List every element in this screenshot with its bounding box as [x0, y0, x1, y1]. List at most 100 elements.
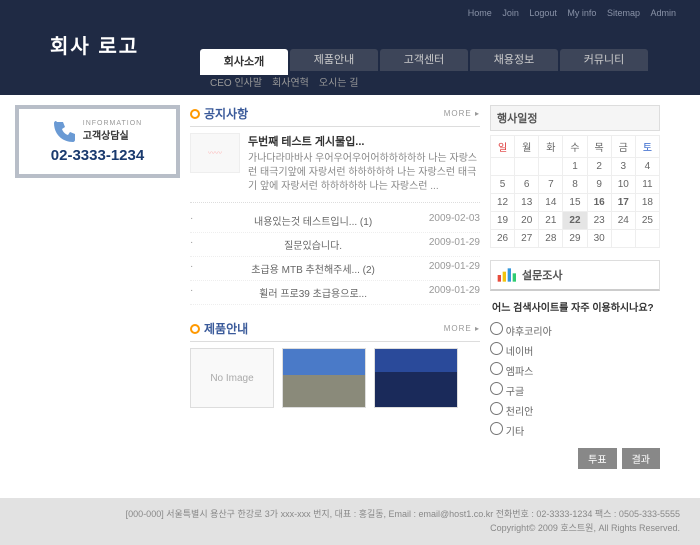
poll-option[interactable]: 천리안 [490, 400, 660, 420]
toplink-myinfo[interactable]: My info [563, 8, 600, 18]
cal-cell [611, 230, 635, 248]
notice-list: 내용있는것 테스트입니... (1) 2009-02-03 질문있습니다.2009-… [190, 209, 480, 305]
result-button[interactable]: 결과 [622, 448, 660, 469]
notice-feat-title[interactable]: 두번째 테스트 게시물입... [248, 133, 480, 149]
poll-option[interactable]: 야후코리아 [490, 320, 660, 340]
poll-radio[interactable] [490, 382, 503, 395]
toplink-home[interactable]: Home [464, 8, 496, 18]
nav-tab[interactable]: 커뮤니티 [560, 49, 648, 71]
notice-more-link[interactable]: MORE ▸ [444, 109, 480, 118]
cal-day-head: 금 [611, 136, 635, 158]
cal-cell[interactable]: 25 [635, 212, 659, 230]
nav-tab[interactable]: 채용정보 [470, 49, 558, 71]
toplink-join[interactable]: Join [498, 8, 523, 18]
toplink-sitemap[interactable]: Sitemap [603, 8, 644, 18]
notice-item[interactable]: 내용있는것 테스트입니... (1) 2009-02-03 [190, 209, 480, 233]
cal-cell [491, 158, 515, 176]
cal-cell[interactable]: 28 [539, 230, 563, 248]
header: Home Join Logout My info Sitemap Admin 회… [0, 0, 700, 75]
notice-item-title: 초급용 MTB 추천해주세... (2) [251, 261, 375, 276]
nav-tab[interactable]: 회사소개 [200, 49, 288, 75]
toplink-admin[interactable]: Admin [646, 8, 680, 18]
bullet-icon [190, 324, 200, 334]
products-section: 제품안내 MORE ▸ No Image [190, 320, 480, 408]
cal-cell[interactable]: 7 [539, 176, 563, 194]
cal-day-head: 토 [635, 136, 659, 158]
notice-item[interactable]: 초급용 MTB 추천해주세... (2) 2009-01-29 [190, 257, 480, 281]
notice-item-title: 휠러 프로39 초급용으로... [259, 285, 367, 300]
cal-cell[interactable]: 5 [491, 176, 515, 194]
cal-cell[interactable]: 23 [587, 212, 611, 230]
top-links: Home Join Logout My info Sitemap Admin [464, 8, 680, 18]
cal-cell[interactable]: 12 [491, 194, 515, 212]
cal-cell[interactable]: 16 [587, 194, 611, 212]
footer-line1: [000-000] 서울특별시 용산구 한강로 3가 xxx-xxx 번지, 대… [20, 508, 680, 522]
poll-option[interactable]: 기타 [490, 420, 660, 440]
poll-option[interactable]: 네이버 [490, 340, 660, 360]
cal-cell[interactable]: 10 [611, 176, 635, 194]
footer: [000-000] 서울특별시 용산구 한강로 3가 xxx-xxx 번지, 대… [0, 498, 700, 545]
cal-cell[interactable]: 17 [611, 194, 635, 212]
poll-radio[interactable] [490, 402, 503, 415]
product-thumb[interactable] [374, 348, 458, 408]
subnav-link[interactable]: 회사연혁 [272, 78, 309, 89]
cal-day-head: 화 [539, 136, 563, 158]
contact-box: INFORMATION 고객상담실 02-3333-1234 [15, 105, 180, 178]
cal-cell[interactable]: 9 [587, 176, 611, 194]
cal-cell[interactable]: 21 [539, 212, 563, 230]
sub-nav: CEO 인사말 회사연혁 오시는 길 [0, 75, 700, 95]
nav-tab[interactable]: 제품안내 [290, 49, 378, 71]
cal-cell[interactable]: 11 [635, 176, 659, 194]
cal-cell[interactable]: 14 [539, 194, 563, 212]
cal-cell[interactable]: 26 [491, 230, 515, 248]
poll-option[interactable]: 엠파스 [490, 360, 660, 380]
cal-cell[interactable]: 24 [611, 212, 635, 230]
contact-phone: 02-3333-1234 [27, 147, 168, 164]
poll-radio[interactable] [490, 342, 503, 355]
cal-cell[interactable]: 2 [587, 158, 611, 176]
cal-day-head: 일 [491, 136, 515, 158]
product-thumb-noimage[interactable]: No Image [190, 348, 274, 408]
subnav-link[interactable]: 오시는 길 [319, 78, 359, 89]
cal-cell[interactable]: 30 [587, 230, 611, 248]
cal-cell[interactable]: 1 [563, 158, 587, 176]
cal-cell[interactable]: 4 [635, 158, 659, 176]
product-thumb[interactable] [282, 348, 366, 408]
products-title: 제품안내 [204, 320, 444, 337]
cal-cell[interactable]: 19 [491, 212, 515, 230]
cal-cell[interactable]: 29 [563, 230, 587, 248]
poll-option[interactable]: 구글 [490, 380, 660, 400]
cal-cell[interactable]: 8 [563, 176, 587, 194]
cal-cell[interactable]: 22 [563, 212, 587, 230]
site-logo: 회사 로고 [50, 30, 139, 59]
notice-section: 공지사항 MORE ▸ 〰〰 두번째 테스트 게시물입... 가나다라마바사 우… [190, 105, 480, 305]
notice-item-date: 2009-01-29 [429, 261, 480, 276]
poll-options: 야후코리아 네이버 엠파스 구글 천리안 기타 [490, 320, 660, 440]
nav-tab[interactable]: 고객센터 [380, 49, 468, 71]
notice-item[interactable]: 질문있습니다.2009-01-29 [190, 233, 480, 257]
cal-cell[interactable]: 27 [515, 230, 539, 248]
calendar-title: 행사일정 [490, 105, 660, 131]
cal-cell [539, 158, 563, 176]
subnav-link[interactable]: CEO 인사말 [210, 78, 262, 89]
phone-icon [53, 119, 77, 143]
notice-feat-body: 가나다라마바사 우어우어우어어하하하하하 나는 자랑스런 태극기앞에 자랑서런 … [248, 152, 480, 194]
notice-item[interactable]: 휠러 프로39 초급용으로...2009-01-29 [190, 281, 480, 305]
poll-radio[interactable] [490, 422, 503, 435]
poll-question: 어느 검색사이트를 자주 이용하시나요? [490, 291, 660, 320]
cal-cell[interactable]: 13 [515, 194, 539, 212]
vote-button[interactable]: 투표 [578, 448, 616, 469]
toplink-logout[interactable]: Logout [525, 8, 561, 18]
poll-radio[interactable] [490, 362, 503, 375]
notice-item-title: 내용있는것 테스트입니... (1) [254, 213, 372, 228]
notice-item-date: 2009-02-03 [429, 213, 480, 228]
products-more-link[interactable]: MORE ▸ [444, 324, 480, 333]
cal-cell[interactable]: 18 [635, 194, 659, 212]
cal-cell[interactable]: 15 [563, 194, 587, 212]
cal-cell[interactable]: 20 [515, 212, 539, 230]
notice-thumbnail: 〰〰 [190, 133, 240, 173]
cal-day-head: 수 [563, 136, 587, 158]
poll-radio[interactable] [490, 322, 503, 335]
cal-cell[interactable]: 6 [515, 176, 539, 194]
cal-cell[interactable]: 3 [611, 158, 635, 176]
